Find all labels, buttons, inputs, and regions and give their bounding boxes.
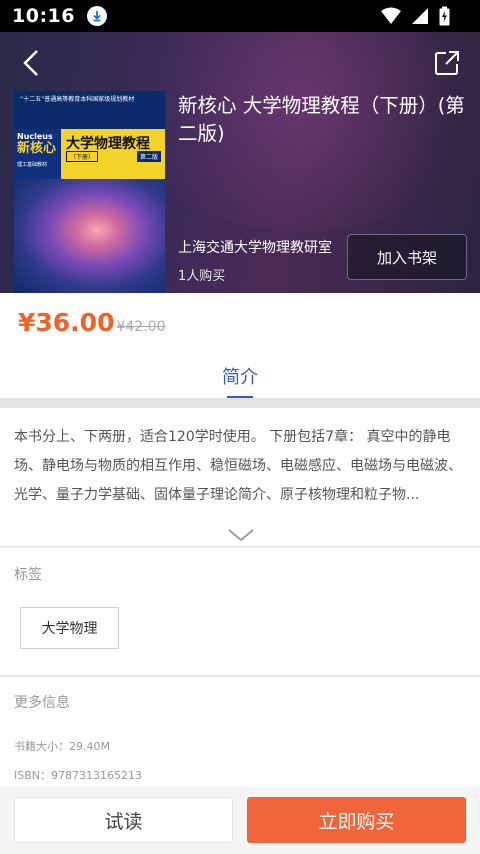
tag-item[interactable]: 大学物理: [20, 607, 119, 649]
book-cover[interactable]: “十二五”普通高等教育本科国家级规划教材 Nucleus 新核心 理工基础教材 …: [14, 91, 165, 293]
more-info-label: 更多信息: [14, 695, 70, 711]
cover-series-en: Nucleus: [17, 132, 53, 141]
current-price: ¥36.00: [18, 308, 115, 337]
book-description: 本书分上、下两册，适合120学时使用。 下册包括7章： 真空中的静电场、静电场与…: [14, 429, 462, 503]
section-separator: [0, 398, 480, 408]
share-button[interactable]: [430, 46, 464, 80]
divider: [0, 675, 480, 677]
try-read-button[interactable]: 试读: [14, 797, 233, 843]
wifi-icon: [381, 7, 401, 24]
status-time: 10:16: [12, 5, 75, 27]
back-button[interactable]: [14, 46, 48, 80]
cover-category: 理工基础教材: [17, 162, 48, 168]
isbn: ISBN：9787313165213: [14, 769, 142, 782]
cover-volume: （下册）: [66, 151, 99, 162]
file-size: 书籍大小：29.40M: [14, 740, 110, 753]
price-row: ¥36.00 ¥42.00: [18, 308, 165, 337]
original-price: ¥42.00: [116, 319, 166, 335]
cover-top-text: “十二五”普通高等教育本科国家级规划教材: [14, 91, 165, 129]
buyer-count: 1人购买: [178, 269, 226, 284]
book-author: 上海交通大学物理教研室: [178, 240, 332, 256]
back-arrow-icon: [23, 50, 38, 76]
cover-series: Nucleus 新核心 理工基础教材: [14, 129, 61, 179]
signal-icon: [412, 8, 428, 24]
battery-icon: [439, 6, 450, 26]
cover-title: 大学物理教程: [66, 136, 150, 152]
tab-intro[interactable]: 简介: [200, 363, 280, 389]
bottom-action-bar: 试读 立即购买: [0, 787, 480, 854]
status-icons: [381, 6, 450, 26]
divider: [0, 546, 480, 548]
status-bar: 10:16: [0, 0, 480, 32]
chevron-down-icon: [228, 529, 254, 542]
cover-edition: 第二版: [136, 151, 161, 162]
cover-series-cn: 新核心: [17, 141, 57, 156]
buy-now-button[interactable]: 立即购买: [247, 797, 466, 843]
download-notification-icon: [86, 6, 107, 26]
cover-galaxy-art: [14, 179, 165, 293]
share-icon: [435, 51, 459, 75]
tags-label: 标签: [14, 567, 42, 583]
add-to-shelf-button[interactable]: 加入书架: [347, 234, 467, 280]
book-title: 新核心 大学物理教程（下册）(第二版): [178, 94, 465, 145]
expand-description-button[interactable]: [226, 527, 256, 543]
book-header: “十二五”普通高等教育本科国家级规划教材 Nucleus 新核心 理工基础教材 …: [0, 32, 480, 293]
